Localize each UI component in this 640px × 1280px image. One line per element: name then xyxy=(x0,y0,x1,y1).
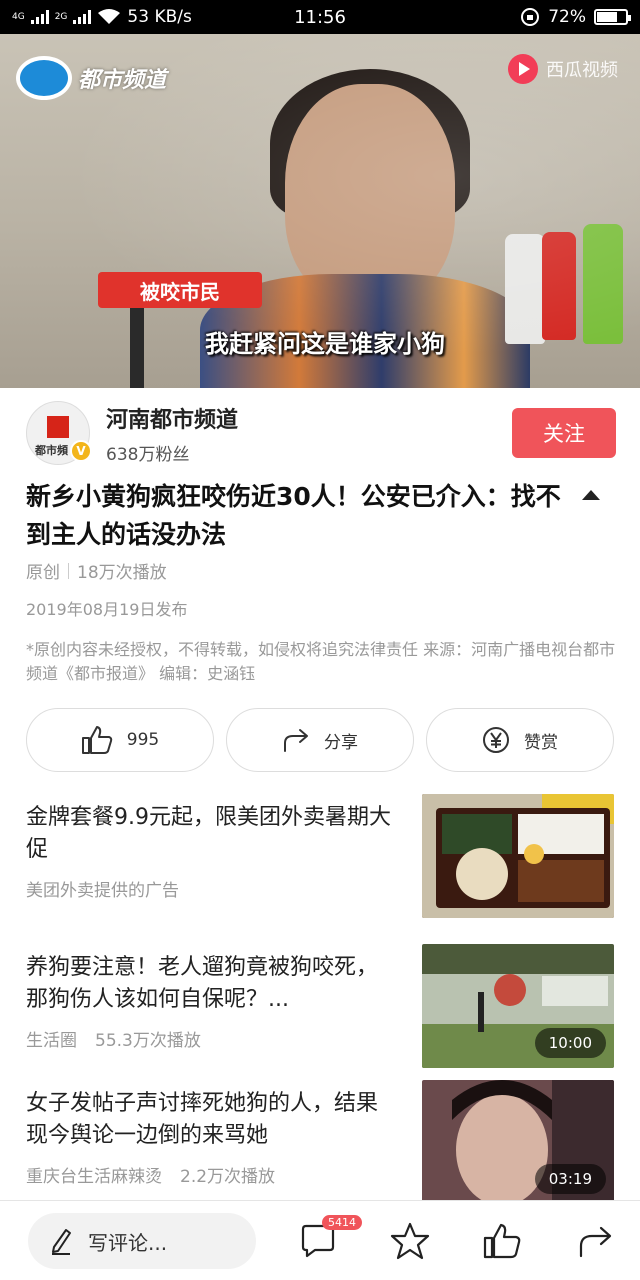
share-icon xyxy=(284,729,308,752)
item-plays: 2.2万次播放 xyxy=(180,1167,276,1187)
share-bottom-button[interactable] xyxy=(574,1219,618,1263)
action-buttons: 995 分享 赞赏 xyxy=(26,708,614,772)
publish-date: 2019年08月19日发布 xyxy=(26,600,188,619)
wifi-icon xyxy=(98,9,121,24)
item-thumbnail[interactable]: 03:19 xyxy=(422,1080,614,1204)
like-button[interactable]: 995 xyxy=(26,708,214,772)
network-speed: 53 KB/s xyxy=(127,7,192,27)
rotation-lock-icon xyxy=(521,8,540,26)
comment-count-badge: 5414 xyxy=(322,1215,362,1230)
thumbs-up-icon xyxy=(483,1223,521,1259)
platform-watermark-text: 西瓜视频 xyxy=(546,60,618,81)
verified-badge-icon: V xyxy=(70,440,92,462)
avatar-text: 都市頻 xyxy=(35,444,68,457)
platform-watermark: 西瓜视频 xyxy=(508,54,618,84)
comments-button[interactable]: 5414 xyxy=(296,1215,362,1263)
clock: 11:56 xyxy=(294,6,346,28)
share-button[interactable]: 分享 xyxy=(226,708,414,772)
list-item[interactable]: 养狗要注意！老人遛狗竟被狗咬死，那狗伤人该如何自保呢？... 生活圈 55.3万… xyxy=(26,940,614,1068)
yen-icon xyxy=(483,727,509,753)
play-count: 18万次播放 xyxy=(77,563,167,583)
like-bottom-button[interactable] xyxy=(480,1219,524,1263)
follow-button[interactable]: 关注 xyxy=(512,408,616,458)
status-bar: 4G 2G 53 KB/s 11:56 72% xyxy=(0,0,640,34)
reward-label: 赞赏 xyxy=(524,732,558,753)
author-name[interactable]: 河南都市频道 xyxy=(106,402,512,434)
video-player[interactable]: 都市频道 西瓜视频 被咬市民 我赶紧问这是谁家小狗 xyxy=(0,34,640,388)
share-label: 分享 xyxy=(324,732,358,753)
item-plays: 55.3万次播放 xyxy=(95,1031,201,1051)
author-row: 都市頻 V 河南都市频道 638万粉丝 关注 xyxy=(26,400,616,466)
video-duration: 10:00 xyxy=(534,1028,606,1058)
author-fans: 638万粉丝 xyxy=(106,444,190,465)
network-2g-label: 2G xyxy=(54,11,68,22)
xigua-logo-icon xyxy=(508,54,538,84)
collapse-icon[interactable] xyxy=(582,490,600,500)
channel-logo-text: 都市频道 xyxy=(78,68,167,93)
meta-divider xyxy=(68,562,69,579)
like-count: 995 xyxy=(126,730,160,750)
battery-icon xyxy=(594,9,631,25)
reward-button[interactable]: 赞赏 xyxy=(426,708,614,772)
original-label: 原创 xyxy=(26,563,60,583)
bottom-bar: 写评论... 5414 xyxy=(0,1200,640,1280)
battery-percent: 72% xyxy=(548,7,586,27)
favorite-button[interactable] xyxy=(388,1219,432,1263)
item-title: 金牌套餐9.9元起，限美团外卖暑期大促 xyxy=(26,805,391,862)
item-source: 重庆台生活麻辣烫 xyxy=(26,1167,162,1187)
pencil-icon xyxy=(52,1229,71,1255)
list-item[interactable]: 女子发帖子声讨摔死她狗的人，结果现今舆论一边倒的来骂她 重庆台生活麻辣烫 2.2… xyxy=(26,1076,614,1204)
list-item[interactable]: 金牌套餐9.9元起，限美团外卖暑期大促 美团外卖提供的广告 xyxy=(26,790,614,918)
channel-logo-icon xyxy=(16,56,72,100)
item-source: 生活圈 xyxy=(26,1031,77,1051)
avatar-logo-shape xyxy=(47,416,69,438)
network-4g-label: 4G xyxy=(12,11,25,22)
video-title: 新乡小黄狗疯狂咬伤近30人！公安已介入：找不到主人的话没办法 xyxy=(26,482,561,549)
item-thumbnail[interactable] xyxy=(422,794,614,918)
signal-icon xyxy=(30,10,49,24)
star-icon xyxy=(390,1222,430,1260)
signal-2-icon xyxy=(73,10,92,24)
comment-placeholder: 写评论... xyxy=(88,1230,168,1255)
share-icon xyxy=(579,1226,612,1258)
bento-image xyxy=(422,794,614,918)
item-title: 女子发帖子声讨摔死她狗的人，结果现今舆论一边倒的来骂她 xyxy=(26,1091,379,1148)
item-source: 美团外卖提供的广告 xyxy=(26,881,179,901)
video-meta: 原创 18万次播放 xyxy=(26,558,167,583)
copyright-notice: *原创内容未经授权，不得转载，如侵权将追究法律责任 来源：河南广播电视台都市频道… xyxy=(26,640,616,683)
video-subtitle: 我赶紧问这是谁家小狗 xyxy=(205,330,445,358)
item-thumbnail[interactable]: 10:00 xyxy=(422,944,614,1068)
item-title: 养狗要注意！老人遛狗竟被狗咬死，那狗伤人该如何自保呢？... xyxy=(26,955,379,1012)
name-caption: 被咬市民 xyxy=(98,272,262,308)
channel-logo: 都市频道 xyxy=(16,56,166,100)
comment-input[interactable]: 写评论... xyxy=(28,1213,256,1269)
thumbs-up-icon xyxy=(81,726,113,754)
video-duration: 03:19 xyxy=(534,1164,606,1194)
